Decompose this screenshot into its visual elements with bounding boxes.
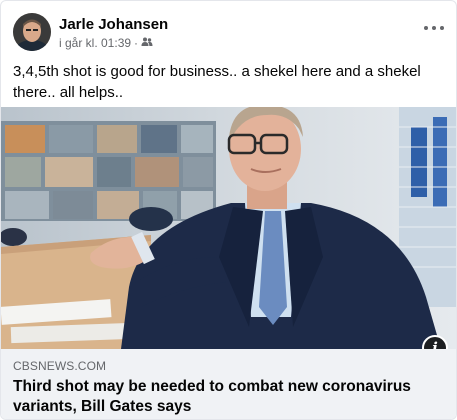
link-headline[interactable]: Third shot may be needed to combat new c… bbox=[13, 377, 449, 417]
post-meta: i går kl. 01:39 · bbox=[59, 36, 153, 50]
dot-icon bbox=[432, 26, 436, 30]
post-card: Jarle Johansen i går kl. 01:39 · 3,4,5th… bbox=[0, 0, 457, 420]
dot-icon bbox=[424, 26, 428, 30]
friends-icon[interactable] bbox=[141, 36, 153, 50]
link-domain: CBSNEWS.COM bbox=[13, 359, 107, 373]
post-timestamp[interactable]: i går kl. 01:39 bbox=[59, 36, 131, 50]
author-avatar[interactable] bbox=[13, 13, 51, 51]
meta-separator: · bbox=[134, 36, 139, 50]
link-preview[interactable]: i CBSNEWS.COM Third shot may be needed t… bbox=[1, 107, 456, 419]
post-text: 3,4,5th shot is good for business.. a sh… bbox=[13, 63, 421, 101]
link-preview-image[interactable] bbox=[1, 107, 456, 349]
post-header: Jarle Johansen i går kl. 01:39 · bbox=[1, 1, 456, 57]
author-name[interactable]: Jarle Johansen bbox=[59, 16, 168, 33]
more-options-button[interactable] bbox=[424, 21, 444, 35]
link-meta[interactable]: CBSNEWS.COM Third shot may be needed to … bbox=[1, 349, 456, 419]
dot-icon bbox=[440, 26, 444, 30]
